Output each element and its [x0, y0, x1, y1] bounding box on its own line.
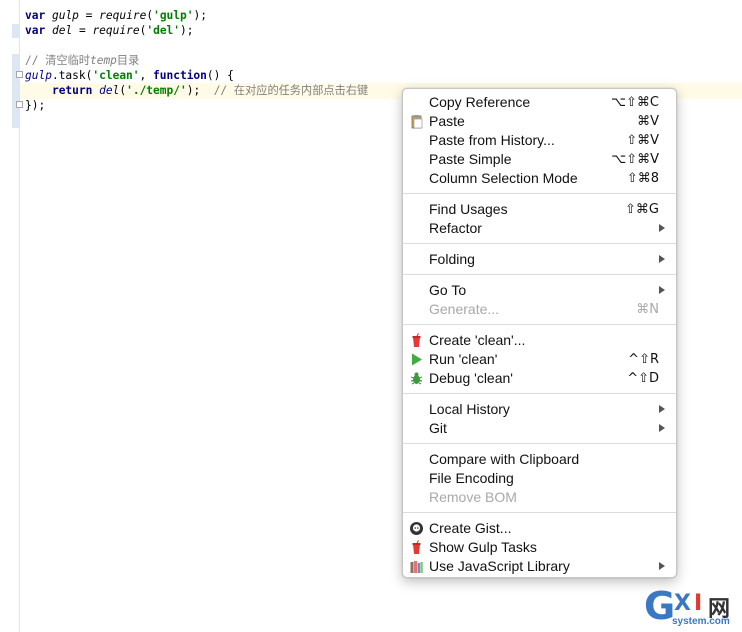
menu-item-show-gulp-tasks[interactable]: Show Gulp Tasks: [403, 538, 676, 557]
menu-item-debug-clean[interactable]: Debug 'clean' ^⇧D: [403, 369, 676, 388]
menu-item-folding[interactable]: Folding: [403, 250, 676, 269]
menu-separator: [403, 393, 676, 394]
menu-item-find-usages[interactable]: Find Usages ⇧⌘G: [403, 200, 676, 219]
submenu-arrow-icon: [659, 224, 665, 232]
context-menu: Copy Reference ⌥⇧⌘C Paste ⌘V Paste from …: [402, 88, 677, 578]
debug-bug-icon: [410, 372, 423, 385]
menu-item-paste[interactable]: Paste ⌘V: [403, 112, 676, 131]
menu-separator: [403, 443, 676, 444]
menu-item-compare-with-clipboard[interactable]: Compare with Clipboard: [403, 450, 676, 469]
code-line-5[interactable]: gulp.task('clean', function() {: [25, 68, 234, 83]
site-watermark-logo: G X I 网 system.com: [644, 584, 731, 628]
fold-toggle-icon[interactable]: [16, 71, 23, 78]
submenu-arrow-icon: [659, 255, 665, 263]
code-line-1[interactable]: var gulp = require('gulp');: [25, 8, 207, 23]
menu-item-use-javascript-library[interactable]: Use JavaScript Library: [403, 557, 676, 576]
fold-toggle-icon[interactable]: [16, 101, 23, 108]
submenu-arrow-icon: [659, 562, 665, 570]
code-line-6[interactable]: return del('./temp/'); // 在对应的任务内部点击右键: [25, 83, 368, 98]
submenu-arrow-icon: [659, 405, 665, 413]
menu-separator: [403, 243, 676, 244]
gulp-icon: [412, 540, 421, 554]
submenu-arrow-icon: [659, 286, 665, 294]
menu-item-generate: Generate... ⌘N: [429, 301, 659, 317]
vcs-change-marker[interactable]: [12, 24, 19, 38]
vcs-change-marker[interactable]: [12, 54, 19, 128]
menu-separator: [403, 512, 676, 513]
code-line-2[interactable]: var del = require('del');: [25, 23, 194, 38]
menu-item-run-clean[interactable]: Run 'clean' ^⇧R: [403, 350, 676, 369]
menu-item-local-history[interactable]: Local History: [403, 400, 676, 419]
github-icon: [410, 522, 423, 535]
code-line-4[interactable]: // 清空临时temp目录: [25, 53, 139, 68]
menu-item-refactor[interactable]: Refactor: [403, 219, 676, 238]
menu-item-paste-simple[interactable]: Paste Simple ⌥⇧⌘V: [403, 150, 676, 169]
run-icon: [412, 353, 422, 366]
library-icon: [410, 561, 423, 573]
menu-item-paste-from-history[interactable]: Paste from History... ⇧⌘V: [403, 131, 676, 150]
menu-item-remove-bom: Remove BOM: [429, 489, 517, 505]
menu-item-create-clean[interactable]: Create 'clean'...: [403, 331, 676, 350]
menu-item-column-selection-mode[interactable]: Column Selection Mode ⇧⌘8: [403, 169, 676, 188]
menu-separator: [403, 324, 676, 325]
menu-item-file-encoding[interactable]: File Encoding: [403, 469, 676, 488]
submenu-arrow-icon: [659, 424, 665, 432]
gulp-icon: [412, 333, 421, 347]
menu-separator: [403, 193, 676, 194]
code-line-7[interactable]: });: [25, 98, 45, 113]
menu-separator: [403, 274, 676, 275]
menu-item-copy-reference[interactable]: Copy Reference ⌥⇧⌘C: [403, 93, 676, 112]
clipboard-icon: [411, 115, 423, 129]
menu-item-go-to[interactable]: Go To: [403, 281, 676, 300]
menu-item-create-gist[interactable]: Create Gist...: [403, 519, 676, 538]
menu-item-git[interactable]: Git: [403, 419, 676, 438]
